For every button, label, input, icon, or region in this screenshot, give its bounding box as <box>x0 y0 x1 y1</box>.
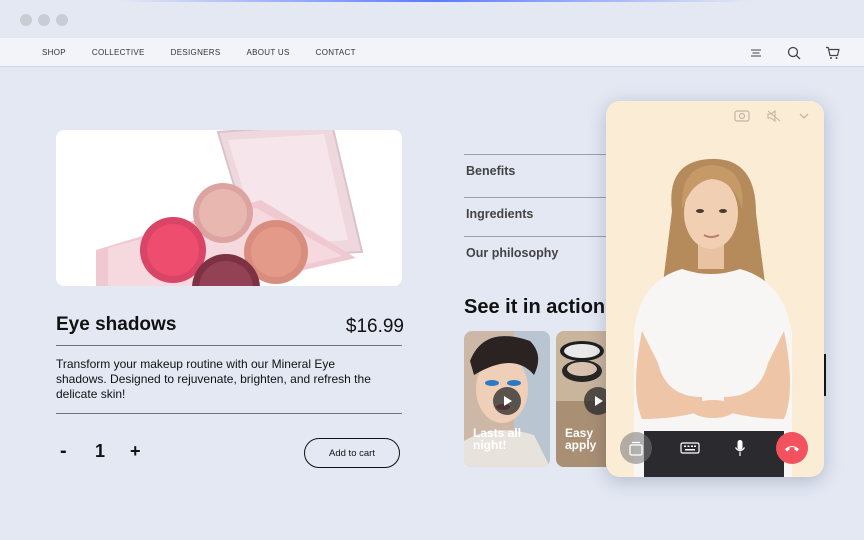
window-controls <box>20 14 68 26</box>
call-top-controls <box>734 109 810 127</box>
nav-link-designers[interactable]: DESIGNERS <box>171 48 221 57</box>
video-card-label: Lasts all night! <box>473 427 521 451</box>
accordion-our-philosophy[interactable]: Our philosophy <box>466 246 558 260</box>
quantity-decrement-button[interactable]: - <box>60 440 67 463</box>
play-icon <box>504 396 512 406</box>
nav-link-collective[interactable]: COLLECTIVE <box>92 48 145 57</box>
video-card-label: Easy apply <box>565 427 596 451</box>
accordion-divider <box>464 236 624 237</box>
end-call-icon <box>785 446 799 452</box>
nav-link-shop[interactable]: SHOP <box>42 48 66 57</box>
video-card-label-line: night! <box>473 438 507 452</box>
divider <box>56 345 402 346</box>
end-call-button[interactable] <box>776 432 808 464</box>
video-card-lasts-all-night[interactable]: Lasts all night! <box>464 331 550 467</box>
nav-icons <box>748 45 840 61</box>
search-icon[interactable] <box>786 45 802 61</box>
quantity-increment-button[interactable]: + <box>130 441 141 462</box>
microphone-button[interactable] <box>728 432 752 464</box>
top-accent-line <box>120 0 750 2</box>
presenter-video <box>606 101 824 477</box>
microphone-icon <box>735 440 745 456</box>
product-description: Transform your makeup routine with our M… <box>56 357 371 401</box>
keyboard-button[interactable] <box>676 432 704 464</box>
product-title: Eye shadows <box>56 314 177 335</box>
switch-view-icon <box>629 441 643 456</box>
menu-icon[interactable] <box>748 45 764 61</box>
product-price: $16.99 <box>345 316 404 337</box>
video-card-label-line: apply <box>565 438 597 452</box>
keyboard-icon <box>680 442 700 454</box>
camera-icon[interactable] <box>734 109 750 127</box>
nav-link-contact[interactable]: CONTACT <box>316 48 356 57</box>
window-maximize-dot[interactable] <box>56 14 68 26</box>
nav-links: SHOP COLLECTIVE DESIGNERS ABOUT US CONTA… <box>42 48 382 57</box>
switch-view-button[interactable] <box>620 432 652 464</box>
play-icon <box>595 396 603 406</box>
window-minimize-dot[interactable] <box>38 14 50 26</box>
nav-link-about-us[interactable]: ABOUT US <box>247 48 290 57</box>
chevron-down-icon[interactable] <box>798 109 810 127</box>
video-section-heading: See it in action! <box>464 296 612 318</box>
play-button[interactable] <box>493 387 521 415</box>
window-close-dot[interactable] <box>20 14 32 26</box>
panel-edge <box>824 354 826 396</box>
quantity-value: 1 <box>95 441 106 461</box>
navbar: SHOP COLLECTIVE DESIGNERS ABOUT US CONTA… <box>0 38 864 67</box>
product-image <box>56 130 402 286</box>
cart-icon[interactable] <box>824 45 840 61</box>
accordion-divider <box>464 154 624 155</box>
divider <box>56 413 402 414</box>
mute-icon[interactable] <box>767 109 781 127</box>
accordion-divider <box>464 197 624 198</box>
accordion-benefits[interactable]: Benefits <box>466 164 515 178</box>
add-to-cart-button[interactable]: Add to cart <box>304 438 400 468</box>
accordion-ingredients[interactable]: Ingredients <box>466 207 533 221</box>
video-call-panel <box>606 101 824 477</box>
